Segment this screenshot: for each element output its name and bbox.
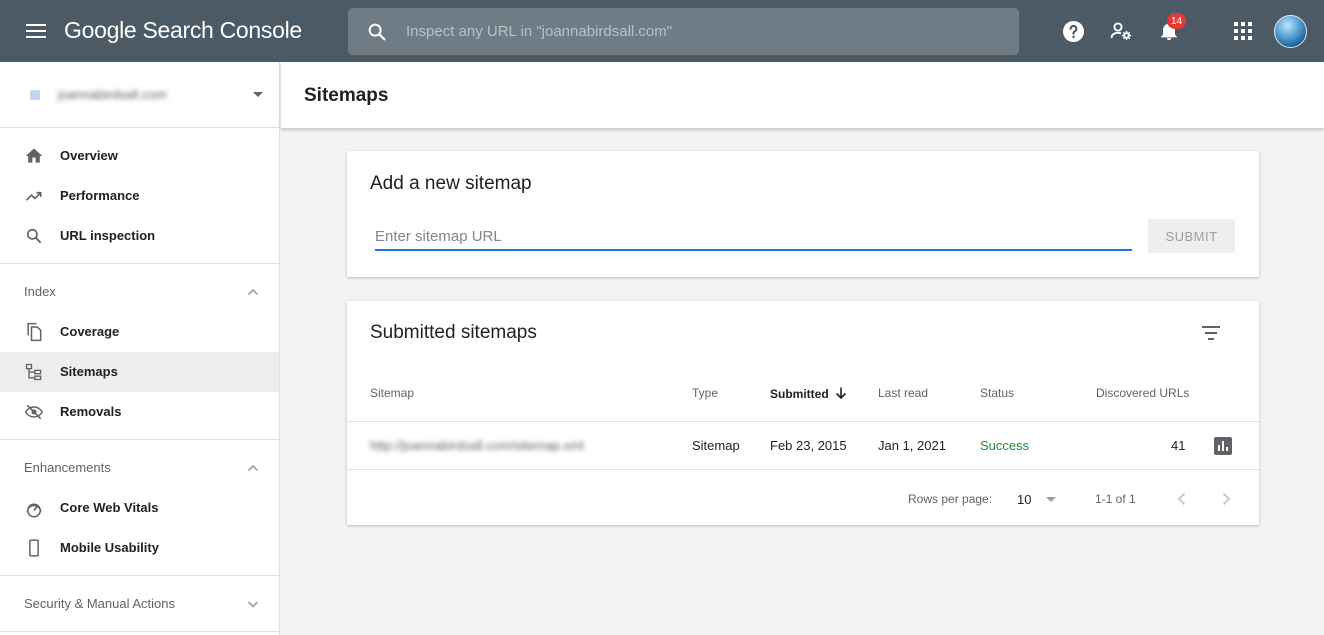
chevron-left-icon[interactable] [1171, 488, 1193, 510]
app-title: Google Search Console [64, 17, 302, 43]
column-header-status[interactable]: Status [980, 386, 1014, 400]
chevron-up-icon [247, 288, 259, 296]
sitemap-url-link[interactable]: http://joannabirdsall.com/sitemap.xml [370, 438, 584, 453]
divider [0, 631, 279, 632]
column-header-last-read[interactable]: Last read [878, 386, 928, 400]
divider [0, 439, 279, 440]
url-inspect-search [348, 8, 1019, 55]
chevron-right-icon[interactable] [1215, 488, 1237, 510]
column-header-sitemap[interactable]: Sitemap [370, 386, 414, 400]
pagination-range: 1-1 of 1 [1095, 492, 1136, 506]
copy-icon [27, 322, 42, 342]
top-app-bar: Google Search Console 14 [0, 0, 1324, 62]
property-favicon-icon [30, 90, 40, 100]
sidebar-item-removals[interactable]: Removals [0, 392, 279, 432]
chevron-up-icon [247, 464, 259, 472]
sitemap-url-input[interactable] [375, 223, 1132, 251]
sidebar-item-overview[interactable]: Overview [0, 136, 279, 176]
sidebar-item-label: Removals [60, 404, 122, 419]
rows-per-page-label: Rows per page: [908, 492, 993, 506]
sidebar-item-core-web-vitals[interactable]: Core Web Vitals [0, 488, 279, 528]
column-header-submitted[interactable]: Submitted [770, 386, 848, 401]
sitemap-last-read: Jan 1, 2021 [878, 438, 946, 453]
caret-down-icon [1046, 497, 1056, 502]
apps-grid-icon[interactable] [1231, 19, 1255, 43]
add-sitemap-card: Add a new sitemap SUBMIT [347, 151, 1259, 277]
rows-per-page-value: 10 [1017, 491, 1032, 507]
sidebar-item-performance[interactable]: Performance [0, 176, 279, 216]
section-label: Enhancements [24, 460, 111, 475]
sidebar-item-label: Mobile Usability [60, 540, 159, 555]
section-label: Security & Manual Actions [24, 596, 176, 611]
submitted-sitemaps-card: Submitted sitemaps Sitemap Type Submitte… [347, 301, 1259, 525]
speedometer-icon [26, 503, 42, 518]
sidebar-item-coverage[interactable]: Coverage [0, 312, 279, 352]
divider [347, 421, 1259, 422]
sidebar-item-label: Overview [60, 148, 118, 163]
sidebar-item-label: URL inspection [60, 228, 156, 243]
sitemap-type: Sitemap [692, 438, 740, 453]
notifications-icon[interactable]: 14 [1157, 13, 1186, 43]
section-security-toggle[interactable]: Security & Manual Actions [0, 584, 279, 624]
page-header: Sitemaps [281, 62, 1324, 128]
property-selector[interactable]: joannabirdsall.com [0, 62, 280, 128]
rows-per-page-select[interactable]: 10 [1017, 487, 1062, 511]
page-title: Sitemaps [304, 85, 389, 106]
column-header-type[interactable]: Type [692, 386, 718, 400]
menu-icon[interactable] [22, 19, 50, 43]
caret-down-icon [253, 92, 263, 97]
avatar[interactable] [1274, 15, 1307, 48]
column-header-discovered-urls[interactable]: Discovered URLs [1096, 386, 1189, 400]
chevron-down-icon [247, 601, 259, 608]
sidebar-item-label: Coverage [60, 324, 120, 339]
sitemap-icon [25, 363, 42, 381]
arrow-down-icon [835, 387, 846, 400]
add-sitemap-title: Add a new sitemap [370, 173, 532, 194]
sitemap-submitted-date: Feb 23, 2015 [770, 438, 847, 453]
discovered-urls-count: 41 [1171, 438, 1186, 453]
sidebar-item-label: Sitemaps [60, 364, 118, 379]
divider [0, 263, 279, 264]
phone-icon [29, 539, 39, 557]
property-name: joannabirdsall.com [58, 87, 167, 102]
sidebar-item-label: Core Web Vitals [60, 500, 159, 515]
search-icon [26, 228, 42, 244]
section-index-toggle[interactable]: Index [0, 272, 279, 312]
sidebar-item-label: Performance [60, 188, 140, 203]
search-icon [368, 23, 386, 41]
section-enhancements-toggle[interactable]: Enhancements [0, 448, 279, 488]
sidebar-item-sitemaps[interactable]: Sitemaps [0, 352, 279, 392]
eye-off-icon [24, 404, 44, 420]
submit-button[interactable]: SUBMIT [1148, 219, 1235, 253]
home-icon [25, 148, 43, 163]
section-label: Index [24, 284, 56, 299]
status-badge: Success [980, 438, 1030, 453]
submitted-sitemaps-title: Submitted sitemaps [370, 322, 537, 343]
sidebar-item-mobile-usability[interactable]: Mobile Usability [0, 528, 279, 568]
bar-chart-icon[interactable] [1213, 436, 1233, 456]
filter-icon[interactable] [1199, 321, 1223, 345]
user-settings-icon[interactable] [1109, 19, 1133, 43]
trending-up-icon [25, 191, 42, 201]
help-icon[interactable] [1061, 19, 1085, 43]
sidebar-item-url-inspection[interactable]: URL inspection [0, 216, 279, 256]
notification-count-badge: 14 [1167, 13, 1186, 29]
url-inspect-input[interactable] [406, 8, 1006, 55]
divider [347, 469, 1259, 470]
sidebar: joannabirdsall.com Overview Performance … [0, 62, 280, 635]
divider [0, 575, 279, 576]
column-header-label: Submitted [770, 387, 829, 401]
